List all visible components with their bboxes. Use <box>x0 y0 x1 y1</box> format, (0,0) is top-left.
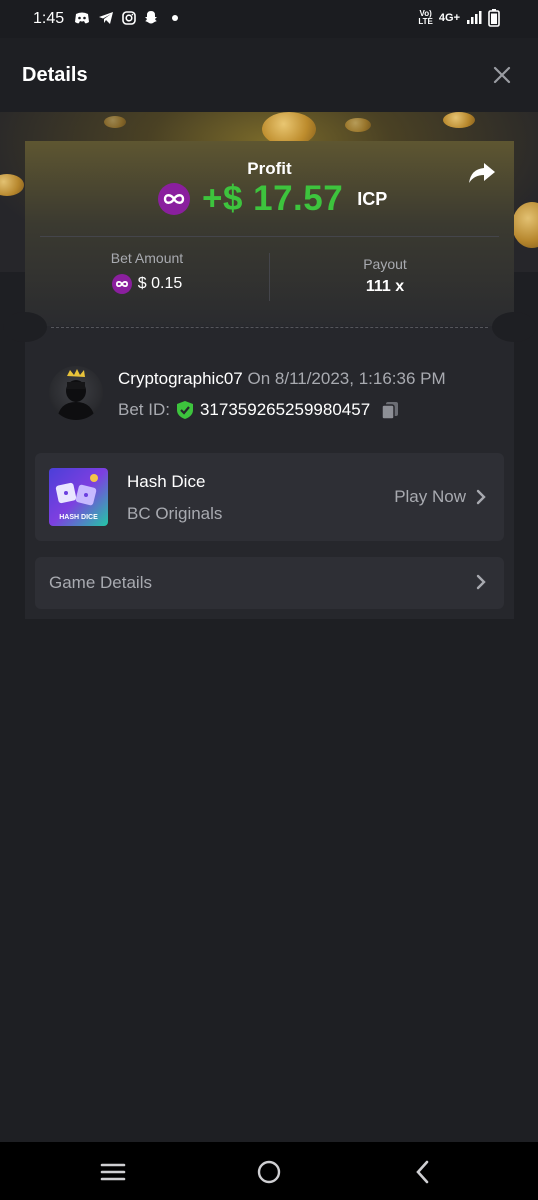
bet-details-card: Profit +$ 17.57 ICP Bet Amount $ 0.15 Pa… <box>3 141 536 619</box>
profit-row: +$ 17.57 ICP <box>158 179 387 219</box>
payout-value: 111 x <box>365 278 405 295</box>
payout-label: Payout <box>363 256 407 272</box>
copy-icon[interactable] <box>380 400 400 420</box>
network-type: 4G+ <box>438 12 460 24</box>
details-header: Details <box>0 38 538 112</box>
username[interactable]: Cryptographic07 <box>118 369 243 388</box>
status-bar: 1:45 Vo) LTE 4G+ <box>0 0 538 38</box>
game-thumbnail: HASH DICE <box>49 468 108 526</box>
avatar[interactable] <box>49 366 103 420</box>
bet-date: On 8/11/2023, 1:16:36 PM <box>247 369 446 388</box>
user-line: Cryptographic07 On 8/11/2023, 1:16:36 PM <box>118 369 446 389</box>
game-card[interactable]: HASH DICE Hash Dice BC Originals Play No… <box>35 453 504 541</box>
game-details-row[interactable]: Game Details <box>35 557 504 609</box>
ticket-notch-right <box>492 312 536 342</box>
coin-decoration <box>443 112 475 128</box>
bet-amount-row: $ 0.15 <box>25 274 269 294</box>
home-icon[interactable] <box>256 1159 282 1185</box>
game-details-label: Game Details <box>49 573 152 592</box>
dashed-separator <box>51 327 488 328</box>
bet-amount-block: Bet Amount $ 0.15 <box>25 250 269 294</box>
instagram-icon <box>122 10 136 25</box>
share-icon[interactable] <box>468 161 496 185</box>
payout-block: Payout 111 x <box>270 256 500 296</box>
game-provider: BC Originals <box>127 504 223 523</box>
volte-icon: Vo) LTE <box>418 9 433 26</box>
bet-amount-value: $ 0.15 <box>137 275 183 292</box>
dot-icon <box>172 14 178 21</box>
coin-decoration <box>0 174 24 196</box>
icp-coin-icon <box>158 183 190 215</box>
back-icon[interactable] <box>410 1159 436 1185</box>
snapchat-icon <box>145 11 157 24</box>
bet-id-line: Bet ID: 317359265259980457 <box>118 400 400 420</box>
battery-icon <box>488 9 500 27</box>
coin-decoration <box>512 202 538 248</box>
play-now-button[interactable]: Play Now <box>394 487 486 507</box>
chevron-right-icon <box>476 574 486 590</box>
game-name: Hash Dice <box>127 472 206 491</box>
telegram-icon <box>99 11 113 24</box>
system-icons: Vo) LTE 4G+ <box>418 9 500 27</box>
status-time: 1:45 <box>33 10 65 27</box>
system-nav-bar <box>0 1142 538 1200</box>
bet-id-value: 317359265259980457 <box>199 400 371 419</box>
profit-currency: ICP <box>357 188 388 209</box>
page-title: Details <box>22 64 88 86</box>
signal-icon <box>467 11 482 24</box>
bet-id-label: Bet ID: <box>118 400 170 419</box>
verified-shield-icon <box>176 401 193 419</box>
notification-icons <box>74 10 178 25</box>
coin-decoration <box>345 118 371 132</box>
profit-value: +$ 17.57 <box>202 179 344 218</box>
discord-icon <box>75 12 89 23</box>
ticket-notch-left <box>3 312 47 342</box>
game-thumb-text: HASH DICE <box>59 514 98 521</box>
divider <box>40 236 499 237</box>
recent-apps-icon[interactable] <box>100 1159 126 1185</box>
avatar-image <box>57 369 95 420</box>
profit-label: Profit <box>247 159 292 178</box>
close-icon[interactable] <box>492 65 512 85</box>
bet-amount-label: Bet Amount <box>110 250 184 266</box>
icp-coin-icon <box>111 274 132 294</box>
coin-decoration <box>104 116 126 128</box>
chevron-right-icon <box>476 489 486 505</box>
play-now-label: Play Now <box>394 487 466 506</box>
